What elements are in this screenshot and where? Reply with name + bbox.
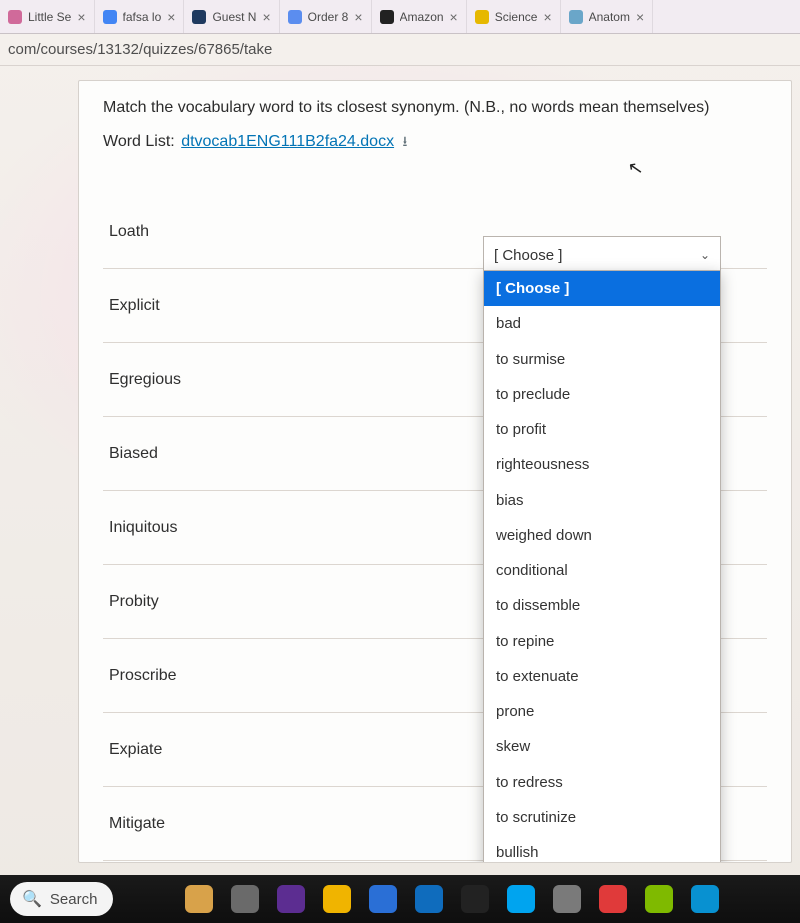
dropdown-option[interactable]: to preclude [484, 377, 720, 412]
chevron-down-icon: ⌄ [700, 248, 710, 262]
vocab-word: Iniquitous [103, 519, 403, 537]
taskbar-app-icon[interactable] [645, 885, 673, 913]
quiz-panel: Match the vocabulary word to its closest… [78, 80, 792, 863]
taskbar-app-icon[interactable] [323, 885, 351, 913]
address-bar-text: com/courses/13132/quizzes/67865/take [8, 41, 272, 58]
dropdown-option[interactable]: conditional [484, 553, 720, 588]
browser-tab[interactable]: Order 8 × [280, 0, 372, 33]
vocab-word: Mitigate [103, 815, 403, 833]
taskbar-app-icon[interactable] [369, 885, 397, 913]
taskbar-app-icon[interactable] [599, 885, 627, 913]
tab-favicon-icon [288, 10, 302, 24]
word-list-label: Word List: [103, 133, 175, 150]
dropdown-option[interactable]: bullish [484, 835, 720, 863]
dropdown-option[interactable]: skew [484, 729, 720, 764]
close-icon[interactable]: × [167, 10, 175, 24]
taskbar-app-icon[interactable] [231, 885, 259, 913]
vocab-word: Biased [103, 445, 403, 463]
close-icon[interactable]: × [636, 10, 644, 24]
browser-tab[interactable]: Guest N × [184, 0, 279, 33]
tab-title: Science [495, 10, 538, 24]
close-icon[interactable]: × [262, 10, 270, 24]
dropdown-option[interactable]: to surmise [484, 342, 720, 377]
download-icon[interactable]: ⭳ [403, 133, 408, 149]
browser-tab-strip: Little Se×fafsa lo×Guest N×Order 8×Amazo… [0, 0, 800, 34]
taskbar-app-icon[interactable] [691, 885, 719, 913]
vocab-word: Expiate [103, 741, 403, 759]
taskbar-search-label: Search [50, 891, 98, 908]
dropdown-option[interactable]: to redress [484, 765, 720, 800]
tab-favicon-icon [8, 10, 22, 24]
dropdown-option[interactable]: to dissemble [484, 588, 720, 623]
browser-tab[interactable]: fafsa lo × [95, 0, 185, 33]
dropdown-option[interactable]: to scrutinize [484, 800, 720, 835]
vocab-word: Egregious [103, 371, 403, 389]
tab-favicon-icon [103, 10, 117, 24]
dropdown-option[interactable]: [ Choose ] [484, 271, 720, 306]
dropdown-option[interactable]: weighed down [484, 518, 720, 553]
close-icon[interactable]: × [543, 10, 551, 24]
taskbar-app-icon[interactable] [415, 885, 443, 913]
tab-favicon-icon [569, 10, 583, 24]
taskbar-icons [185, 885, 719, 913]
dropdown-option[interactable]: righteousness [484, 447, 720, 482]
close-icon[interactable]: × [450, 10, 458, 24]
dropdown-option[interactable]: to extenuate [484, 659, 720, 694]
dropdown-option[interactable]: to profit [484, 412, 720, 447]
select-loath[interactable]: [ Choose ] ⌄ [483, 236, 721, 274]
tab-title: Little Se [28, 10, 71, 24]
dropdown-menu[interactable]: [ Choose ]badto surmiseto precludeto pro… [483, 270, 721, 863]
tab-title: Amazon [400, 10, 444, 24]
taskbar-search[interactable]: 🔍 Search [10, 882, 113, 916]
search-icon: 🔍 [22, 889, 42, 909]
vocab-word: Loath [103, 223, 403, 241]
close-icon[interactable]: × [77, 10, 85, 24]
close-icon[interactable]: × [354, 10, 362, 24]
taskbar-app-icon[interactable] [277, 885, 305, 913]
tab-favicon-icon [475, 10, 489, 24]
tab-title: Order 8 [308, 10, 349, 24]
dropdown-option[interactable]: to repine [484, 624, 720, 659]
select-current-value: [ Choose ] [494, 247, 562, 264]
taskbar-app-icon[interactable] [185, 885, 213, 913]
browser-tab[interactable]: Amazon × [372, 0, 467, 33]
tab-title: Anatom [589, 10, 630, 24]
tab-title: Guest N [212, 10, 256, 24]
question-prompt: Match the vocabulary word to its closest… [103, 99, 767, 117]
tab-favicon-icon [380, 10, 394, 24]
taskbar-app-icon[interactable] [553, 885, 581, 913]
word-list-line: Word List: dtvocab1ENG111B2fa24.docx ⭳ [103, 131, 767, 155]
dropdown-option[interactable]: prone [484, 694, 720, 729]
tab-favicon-icon [192, 10, 206, 24]
browser-tab[interactable]: Anatom × [561, 0, 654, 33]
vocab-word: Proscribe [103, 667, 403, 685]
vocab-word: Explicit [103, 297, 403, 315]
vocab-word: Probity [103, 593, 403, 611]
tab-title: fafsa lo [123, 10, 162, 24]
address-bar[interactable]: com/courses/13132/quizzes/67865/take [0, 34, 800, 66]
taskbar-app-icon[interactable] [461, 885, 489, 913]
dropdown-option[interactable]: bias [484, 483, 720, 518]
windows-taskbar: 🔍 Search [0, 875, 800, 923]
dropdown-option[interactable]: bad [484, 306, 720, 341]
browser-tab[interactable]: Little Se × [0, 0, 95, 33]
word-list-link[interactable]: dtvocab1ENG111B2fa24.docx [181, 133, 394, 150]
browser-tab[interactable]: Science × [467, 0, 561, 33]
open-select-wrap: [ Choose ] ⌄ [ Choose ]badto surmiseto p… [483, 236, 721, 274]
taskbar-app-icon[interactable] [507, 885, 535, 913]
